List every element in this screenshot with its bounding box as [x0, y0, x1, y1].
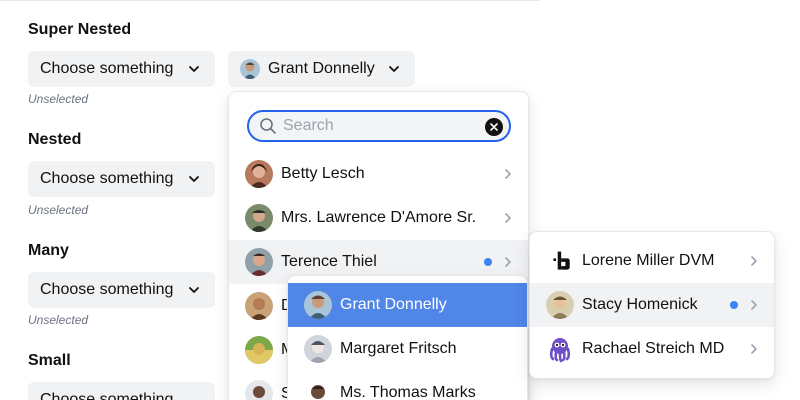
selected-indicator-dot: [730, 301, 738, 309]
dropdown-menu-level-3: Lorene Miller DVM Stacy Homenick Rachael…: [529, 231, 775, 379]
clear-search-button[interactable]: [485, 118, 503, 136]
menu-item-stacy-homenick[interactable]: Stacy Homenick: [530, 283, 774, 327]
select-button-label: Choose something: [40, 281, 174, 298]
menu-item-lawrence-damore[interactable]: Mrs. Lawrence D'Amore Sr.: [229, 196, 528, 240]
avatar-icon: [245, 248, 273, 276]
chevron-right-icon: [505, 213, 511, 223]
chevron-right-icon: [751, 344, 757, 354]
super-nested-selected-button[interactable]: Grant Donnelly: [228, 51, 415, 87]
nested-select-button[interactable]: Choose something: [28, 161, 215, 197]
chevron-right-icon: [751, 300, 757, 310]
menu-item-thomas-marks[interactable]: Ms. Thomas Marks: [288, 371, 527, 400]
select-button-label: Choose something: [40, 391, 174, 400]
chevron-right-icon: [505, 257, 511, 267]
menu-item-label: Lorene Miller DVM: [582, 252, 715, 269]
select-button-label: Choose something: [40, 60, 174, 77]
menu-item-label: Mrs. Lawrence D'Amore Sr.: [281, 209, 477, 226]
section-title-many: Many: [28, 242, 69, 259]
chevron-right-icon: [505, 169, 511, 179]
top-divider: [0, 0, 540, 1]
avatar-icon: [304, 335, 332, 363]
menu-item-label: Terence Thiel: [281, 253, 377, 270]
menu-item-betty-lesch[interactable]: Betty Lesch: [229, 152, 528, 196]
menu-item-label: Betty Lesch: [281, 165, 365, 182]
menu-item-label: Margaret Fritsch: [340, 340, 457, 357]
chevron-down-icon: [389, 66, 399, 72]
selection-status: Unselected: [28, 92, 89, 106]
search-input[interactable]: [283, 117, 483, 135]
avatar-icon: [245, 160, 273, 188]
avatar-icon: [245, 204, 273, 232]
menu-item-grant-donnelly[interactable]: Grant Donnelly: [288, 283, 527, 327]
menu-item-margaret-fritsch[interactable]: Margaret Fritsch: [288, 327, 527, 371]
selection-status: Unselected: [28, 203, 89, 217]
avatar-icon: [245, 336, 273, 364]
chevron-right-icon: [751, 256, 757, 266]
chevron-down-icon: [189, 287, 199, 293]
avatar-icon: [304, 379, 332, 400]
search-field[interactable]: [247, 110, 511, 142]
dropdown-menu-level-2: Grant Donnelly Margaret Fritsch Ms. Thom…: [287, 275, 528, 400]
selected-value-label: Grant Donnelly: [268, 60, 375, 77]
avatar-grant-icon: [240, 59, 260, 79]
section-title-nested: Nested: [28, 131, 82, 148]
selection-status: Unselected: [28, 313, 89, 327]
chevron-down-icon: [189, 66, 199, 72]
menu-item-label: Ms. Thomas Marks: [340, 384, 476, 400]
super-nested-select-button[interactable]: Choose something: [28, 51, 215, 87]
menu-item-label: Grant Donnelly: [340, 296, 447, 313]
close-icon: [490, 123, 498, 131]
chevron-down-icon: [189, 176, 199, 182]
menu-item-label: Stacy Homenick: [582, 296, 698, 313]
small-select-button[interactable]: Choose something: [28, 382, 215, 400]
avatar-icon: [546, 291, 574, 319]
avatar-icon: [245, 292, 273, 320]
avatar-icon: [245, 380, 273, 400]
section-title-small: Small: [28, 352, 71, 369]
avatar-grant-icon: [304, 291, 332, 319]
selected-indicator-dot: [484, 258, 492, 266]
octopus-icon: [549, 338, 571, 363]
section-title-super-nested: Super Nested: [28, 21, 132, 38]
menu-item-rachael-streich[interactable]: Rachael Streich MD: [530, 327, 774, 371]
menu-item-lorene-miller[interactable]: Lorene Miller DVM: [530, 239, 774, 283]
bitbucket-like-logo-icon: [553, 251, 570, 270]
many-select-button[interactable]: Choose something: [28, 272, 215, 308]
menu-item-label: Rachael Streich MD: [582, 340, 725, 357]
select-button-label: Choose something: [40, 170, 174, 187]
search-icon: [260, 118, 276, 134]
